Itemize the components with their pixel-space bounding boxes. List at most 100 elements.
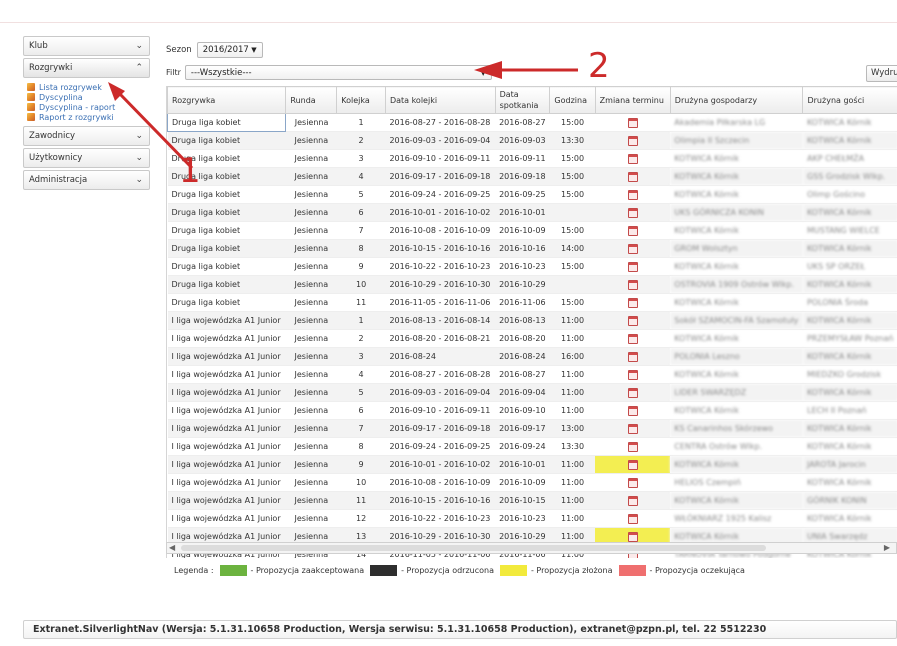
column-header[interactable]: Kolejka [336, 86, 386, 114]
sidebar-section-zawodnicy[interactable]: Zawodnicy ⌄ [23, 126, 150, 146]
table-row[interactable]: I liga wojewódzka A1 Junior Jesienna 4 2016… [167, 365, 897, 384]
table-row[interactable]: I liga wojewódzka A1 Junior Jesienna 8 2016… [167, 437, 897, 456]
reschedule-cell[interactable] [595, 401, 671, 420]
horizontal-scrollbar[interactable]: ◀ ▶ [166, 542, 897, 554]
sidebar-section-administracja[interactable]: Administracja ⌄ [23, 170, 150, 190]
table-row[interactable]: I liga wojewódzka A1 Junior Jesienna 5 2016… [167, 383, 897, 402]
reschedule-cell[interactable] [595, 455, 671, 474]
table-row[interactable]: I liga wojewódzka A1 Junior Jesienna 9 2016… [167, 455, 897, 474]
column-header[interactable]: Rozgrywka [167, 86, 287, 114]
column-header[interactable]: Data kolejki [384, 86, 496, 114]
calendar-icon[interactable] [627, 117, 638, 128]
reschedule-cell[interactable] [595, 473, 671, 492]
reschedule-cell[interactable] [595, 257, 671, 276]
calendar-icon[interactable] [627, 513, 638, 524]
reschedule-cell[interactable] [595, 365, 671, 384]
table-row[interactable]: I liga wojewódzka A1 Junior Jesienna 10 201… [167, 473, 897, 492]
sidebar-item-dyscyplina-raport[interactable]: Dyscyplina - raport [27, 102, 150, 112]
calendar-icon[interactable] [627, 153, 638, 164]
sidebar-section-klub[interactable]: Klub ⌄ [23, 36, 150, 56]
reschedule-cell[interactable] [595, 185, 671, 204]
sidebar-section-rozgrywki[interactable]: Rozgrywki ⌃ [23, 58, 150, 78]
calendar-icon[interactable] [627, 261, 638, 272]
sidebar-item-raport-z-rozgrywki[interactable]: Raport z rozgrywki [27, 112, 150, 122]
scrollbar-thumb[interactable] [181, 545, 766, 551]
reschedule-cell[interactable] [595, 221, 671, 240]
table-row[interactable]: I liga wojewódzka A1 Junior Jesienna 7 2016… [167, 419, 897, 438]
reschedule-cell[interactable] [595, 509, 671, 528]
table-row[interactable]: I liga wojewódzka A1 Junior Jesienna 3 2016… [167, 347, 897, 366]
column-header[interactable]: Data spotkania [494, 86, 551, 114]
table-row[interactable]: Druga liga kobiet Jesienna 9 2016-10-22 - 2… [167, 257, 897, 276]
table-row[interactable]: I liga wojewódzka A1 Junior Jesienna 2 2016… [167, 329, 897, 348]
table-row[interactable]: Druga liga kobiet Jesienna 5 2016-09-24 - 2… [167, 185, 897, 204]
reschedule-cell[interactable] [595, 491, 671, 510]
column-header[interactable]: Drużyna gości [802, 86, 897, 114]
table-row[interactable]: I liga wojewódzka A1 Junior Jesienna 12 201… [167, 509, 897, 528]
calendar-icon[interactable] [627, 369, 638, 380]
table-row[interactable]: I liga wojewódzka A1 Junior Jesienna 6 2016… [167, 401, 897, 420]
reschedule-cell[interactable] [595, 437, 671, 456]
calendar-icon[interactable] [627, 225, 638, 236]
reschedule-cell[interactable] [595, 131, 671, 150]
calendar-icon[interactable] [627, 531, 638, 542]
reschedule-cell[interactable] [595, 149, 671, 168]
calendar-icon[interactable] [627, 477, 638, 488]
column-header[interactable]: Runda [285, 86, 338, 114]
table-cell: 2016-10-09 [495, 221, 550, 240]
reschedule-cell[interactable] [595, 311, 671, 330]
reschedule-cell[interactable] [595, 347, 671, 366]
reschedule-cell[interactable] [595, 113, 671, 132]
sidebar-item-lista-rozgrywek[interactable]: Lista rozgrywek [27, 82, 150, 92]
calendar-icon[interactable] [627, 315, 638, 326]
reschedule-cell[interactable] [595, 419, 671, 438]
table-row[interactable]: Druga liga kobiet Jesienna 6 2016-10-01 - 2… [167, 203, 897, 222]
print-button[interactable]: Wydruk [866, 65, 897, 82]
table-cell: 9 [336, 257, 386, 276]
reschedule-cell[interactable] [595, 203, 671, 222]
table-row[interactable]: Druga liga kobiet Jesienna 1 2016-08-27 - 2… [167, 113, 897, 132]
calendar-icon[interactable] [627, 423, 638, 434]
list-icon [27, 113, 35, 121]
scroll-right-icon[interactable]: ▶ [884, 543, 890, 552]
table-row[interactable]: Druga liga kobiet Jesienna 8 2016-10-15 - 2… [167, 239, 897, 258]
reschedule-cell[interactable] [595, 329, 671, 348]
calendar-icon[interactable] [627, 333, 638, 344]
calendar-icon[interactable] [627, 297, 638, 308]
reschedule-cell[interactable] [595, 293, 671, 312]
reschedule-cell[interactable] [595, 275, 671, 294]
season-select[interactable]: 2016/2017 ▼ [196, 42, 263, 58]
calendar-icon[interactable] [627, 405, 638, 416]
calendar-icon[interactable] [627, 135, 638, 146]
table-cell: Jesienna [285, 203, 337, 222]
filter-select[interactable]: ---Wszystkie--- ▼ [184, 65, 492, 80]
calendar-icon[interactable] [627, 459, 638, 470]
reschedule-cell[interactable] [595, 239, 671, 258]
table-row[interactable]: Druga liga kobiet Jesienna 7 2016-10-08 - 2… [167, 221, 897, 240]
calendar-icon[interactable] [627, 351, 638, 362]
table-row[interactable]: I liga wojewódzka A1 Junior Jesienna 11 201… [167, 491, 897, 510]
table-row[interactable]: Druga liga kobiet Jesienna 10 2016-10-29 - … [167, 275, 897, 294]
table-cell: 2016-10-16 [495, 239, 550, 258]
table-row[interactable]: I liga wojewódzka A1 Junior Jesienna 1 2016… [167, 311, 897, 330]
table-row[interactable]: Druga liga kobiet Jesienna 2 2016-09-03 - 2… [167, 131, 897, 150]
table-row[interactable]: Druga liga kobiet Jesienna 11 2016-11-05 - … [167, 293, 897, 312]
table-row[interactable]: Druga liga kobiet Jesienna 3 2016-09-10 - 2… [167, 149, 897, 168]
calendar-icon[interactable] [627, 189, 638, 200]
calendar-icon[interactable] [627, 495, 638, 506]
reschedule-cell[interactable] [595, 167, 671, 186]
table-row[interactable]: Druga liga kobiet Jesienna 4 2016-09-17 - 2… [167, 167, 897, 186]
scroll-left-icon[interactable]: ◀ [169, 543, 175, 552]
column-header[interactable]: Godzina [549, 86, 596, 114]
calendar-icon[interactable] [627, 387, 638, 398]
calendar-icon[interactable] [627, 279, 638, 290]
column-header[interactable]: Zmiana terminu [594, 86, 671, 114]
calendar-icon[interactable] [627, 207, 638, 218]
calendar-icon[interactable] [627, 171, 638, 182]
calendar-icon[interactable] [627, 243, 638, 254]
reschedule-cell[interactable] [595, 383, 671, 402]
sidebar-section-uzytkownicy[interactable]: Użytkownicy ⌄ [23, 148, 150, 168]
sidebar-item-dyscyplina[interactable]: Dyscyplina [27, 92, 150, 102]
column-header[interactable]: Drużyna gospodarzy [669, 86, 804, 114]
calendar-icon[interactable] [627, 441, 638, 452]
